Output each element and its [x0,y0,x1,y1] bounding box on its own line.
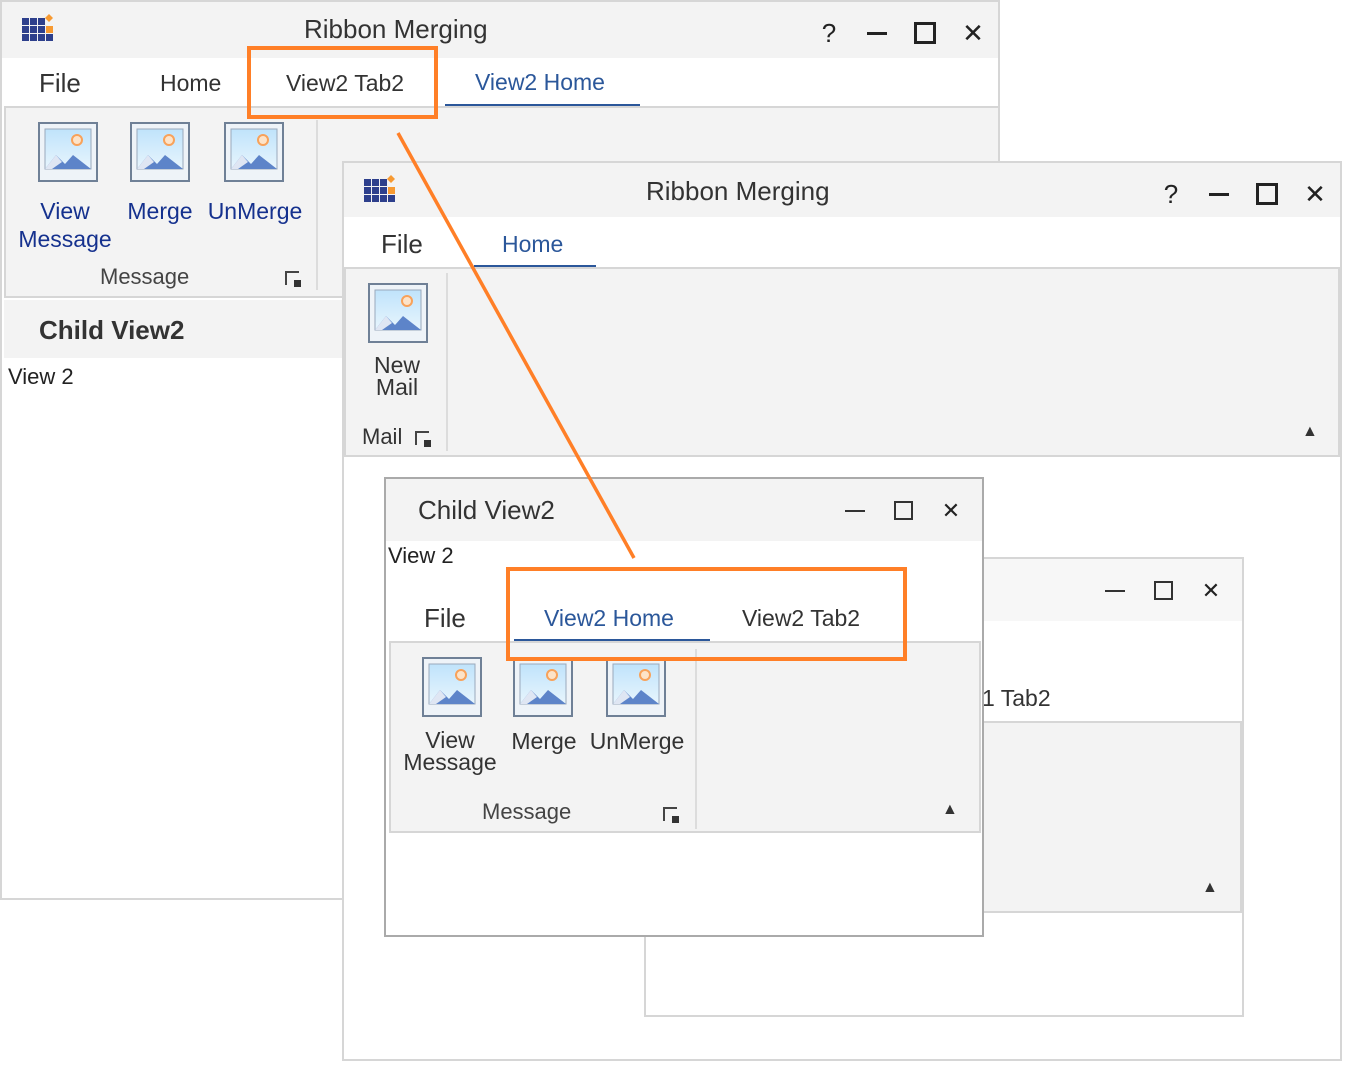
connector-line [396,132,636,559]
connector-arrow-line [396,132,636,559]
